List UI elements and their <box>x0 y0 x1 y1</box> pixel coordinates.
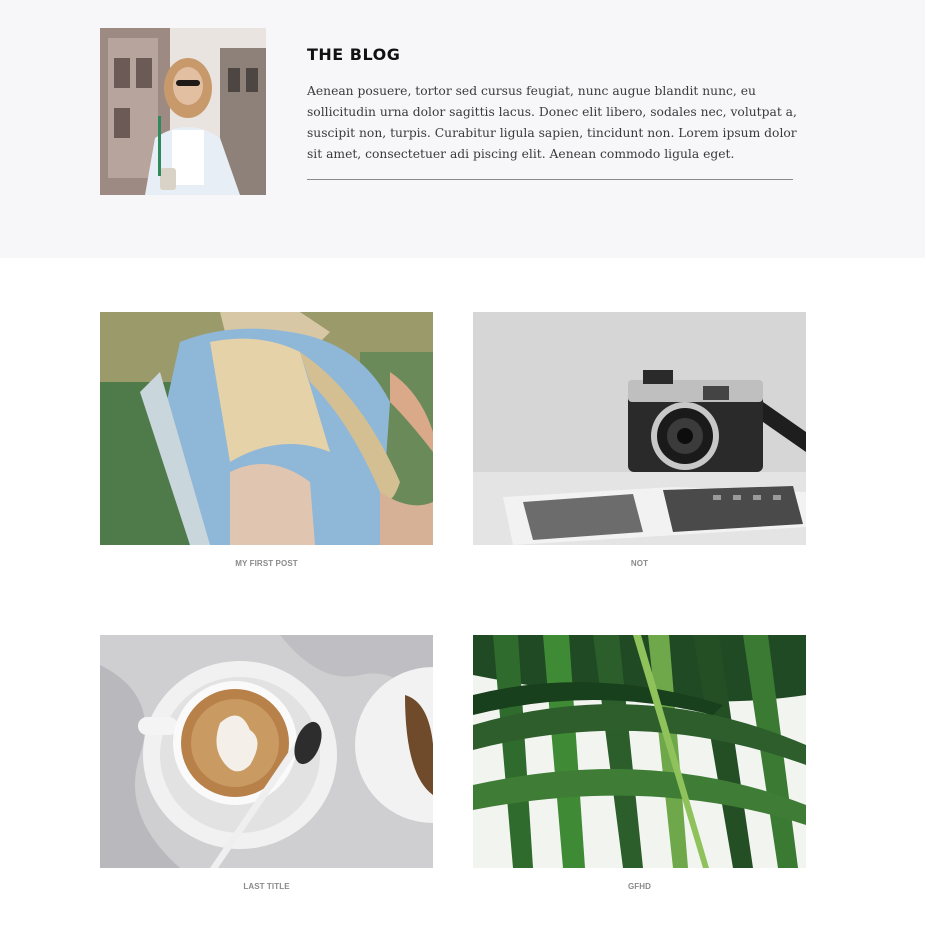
post-thumbnail[interactable] <box>473 635 806 868</box>
blog-description: Aenean posuere, tortor sed cursus feugia… <box>307 84 797 161</box>
blog-header: THE BLOG Aenean posuere, tortor sed curs… <box>0 0 925 258</box>
latte-coffee-photo <box>100 635 433 868</box>
post-thumbnail[interactable] <box>473 312 806 545</box>
post-title-link[interactable]: MY FIRST POST <box>100 559 433 568</box>
page-title: THE BLOG <box>307 45 401 64</box>
post-thumbnail[interactable] <box>100 312 433 545</box>
post-title-link[interactable]: GFHD <box>473 882 806 891</box>
blog-post-card[interactable]: NOT <box>473 312 806 568</box>
post-title-link[interactable]: NOT <box>473 559 806 568</box>
blog-post-card[interactable]: GFHD <box>473 635 806 891</box>
blog-post-card[interactable]: LAST TITLE <box>100 635 433 891</box>
divider <box>307 179 793 180</box>
woman-with-sunglasses-photo <box>100 28 266 195</box>
camera-photo <box>473 312 806 545</box>
woman-on-chair-photo <box>100 312 433 545</box>
post-title-link[interactable]: LAST TITLE <box>100 882 433 891</box>
author-photo <box>100 28 266 195</box>
post-thumbnail[interactable] <box>100 635 433 868</box>
blog-post-card[interactable]: MY FIRST POST <box>100 312 433 568</box>
palm-leaves-photo <box>473 635 806 868</box>
